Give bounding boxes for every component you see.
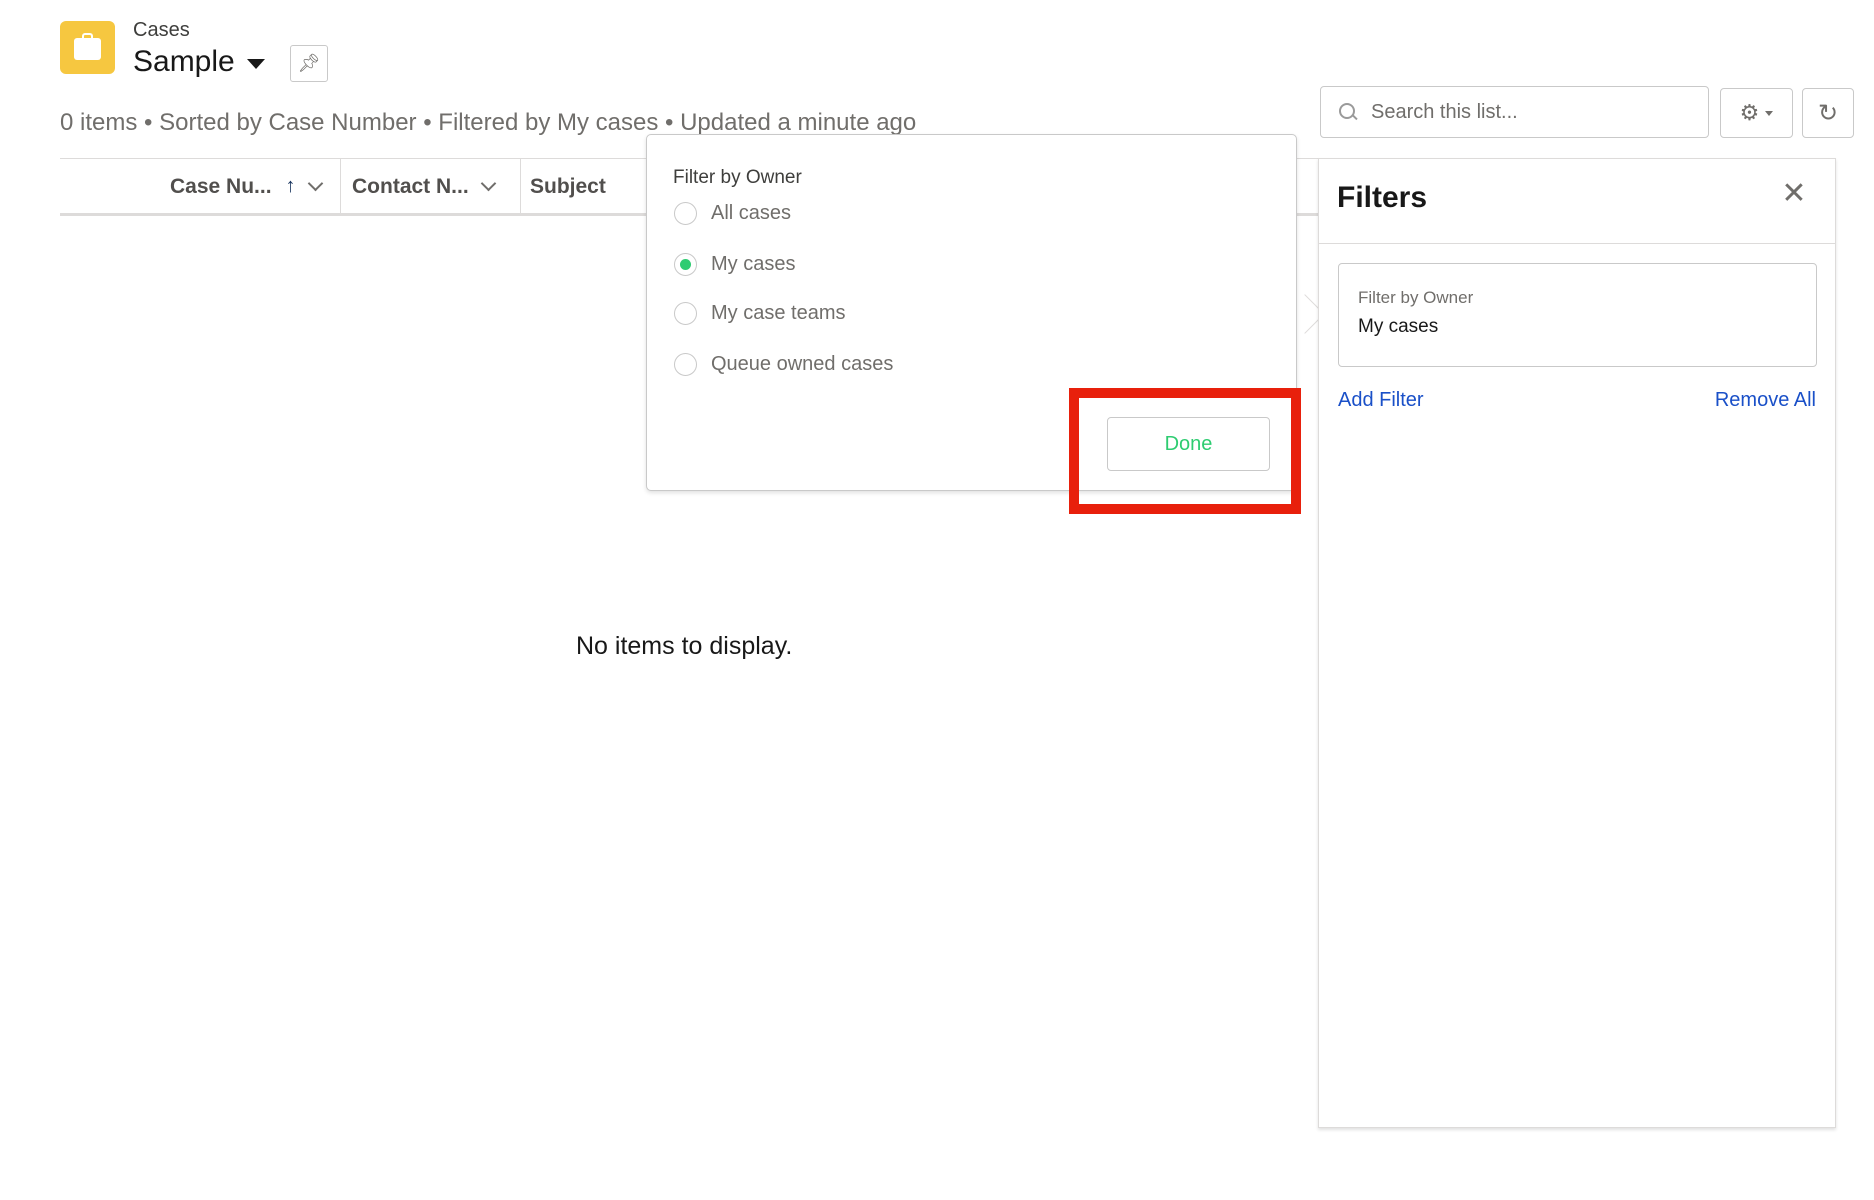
filter-card-label: Filter by Owner [1358, 288, 1474, 307]
filter-card-owner[interactable]: Filter by Owner My cases [1338, 263, 1817, 367]
chevron-down-icon [1765, 110, 1774, 116]
chevron-down-icon[interactable] [307, 175, 323, 192]
column-label: Contact N... [352, 174, 469, 198]
empty-state-message: No items to display. [576, 632, 793, 660]
briefcase-icon [74, 38, 101, 60]
cases-app-icon [60, 21, 115, 74]
column-divider[interactable] [520, 159, 521, 214]
radio-option-my-case-teams[interactable]: My case teams [674, 302, 845, 325]
column-header-contact-name[interactable]: Contact N... [352, 159, 496, 214]
filter-card-value: My cases [1358, 316, 1439, 337]
search-input[interactable] [1371, 100, 1691, 124]
column-divider[interactable] [340, 159, 341, 214]
search-box[interactable] [1320, 86, 1709, 138]
filters-panel: Filters ✕ Filter by Owner My cases Add F… [1318, 158, 1836, 1128]
sort-ascending-icon: ↑ [285, 175, 296, 197]
column-label: Case Nu... [170, 174, 272, 198]
popover-title: Filter by Owner [673, 167, 802, 188]
list-settings-button[interactable]: ⚙︎ [1720, 88, 1793, 138]
list-summary: 0 items • Sorted by Case Number • Filter… [60, 109, 917, 136]
radio-option-my-cases[interactable]: My cases [674, 253, 795, 276]
radio-button[interactable] [674, 253, 697, 276]
add-filter-link[interactable]: Add Filter [1338, 389, 1424, 412]
column-label: Subject [530, 174, 606, 198]
remove-all-link[interactable]: Remove All [1715, 389, 1816, 412]
radio-label: Queue owned cases [711, 353, 894, 375]
radio-button[interactable] [674, 302, 697, 325]
radio-label: My case teams [711, 302, 846, 324]
object-label: Cases [133, 19, 190, 41]
caret-down-icon [246, 59, 265, 69]
chevron-down-icon[interactable] [480, 175, 496, 192]
divider [1319, 243, 1835, 244]
list-view-name: Sample [133, 45, 235, 78]
radio-option-all-cases[interactable]: All cases [674, 202, 791, 225]
radio-button[interactable] [674, 202, 697, 225]
radio-option-queue-owned-cases[interactable]: Queue owned cases [674, 353, 893, 376]
search-icon [1339, 103, 1357, 121]
highlight-annotation [1069, 388, 1301, 514]
column-header-case-number[interactable]: Case Nu... ↑ [170, 159, 323, 214]
filters-title: Filters [1337, 181, 1428, 214]
refresh-icon: ↻ [1817, 99, 1839, 127]
radio-label: All cases [711, 202, 792, 224]
close-icon[interactable]: ✕ [1779, 179, 1809, 209]
radio-button[interactable] [674, 353, 697, 376]
gear-icon: ⚙︎ [1739, 100, 1760, 125]
pin-button[interactable]: 📌︎ [290, 45, 328, 82]
radio-label: My cases [711, 253, 796, 275]
column-header-subject[interactable]: Subject [530, 159, 606, 214]
refresh-button[interactable]: ↻ [1802, 88, 1854, 138]
list-view-selector[interactable]: Sample [133, 45, 265, 79]
pin-icon: 📌︎ [297, 53, 321, 73]
